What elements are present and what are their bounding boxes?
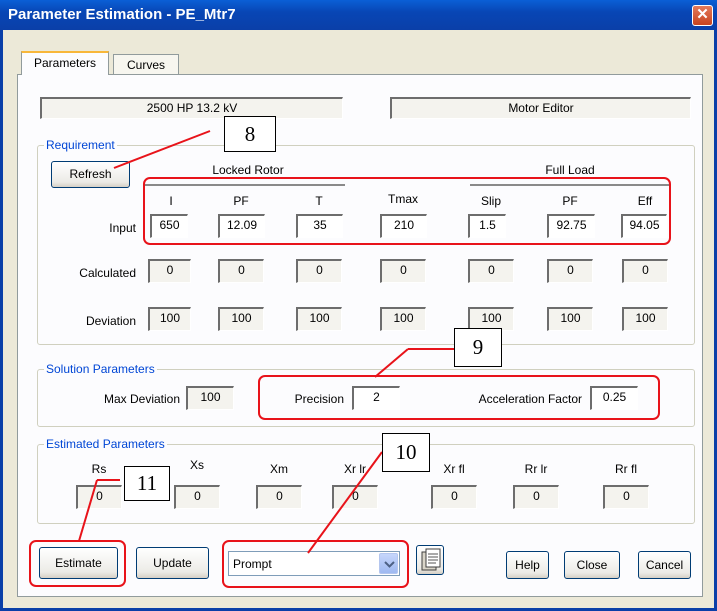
tab-parameters-label: Parameters bbox=[33, 56, 97, 70]
callout-9-leader-d bbox=[374, 348, 409, 378]
callout-leader-lines bbox=[78, 130, 454, 554]
callout-10: 10 bbox=[382, 433, 430, 472]
callout-10-leader bbox=[307, 451, 383, 554]
tab-parameters[interactable]: Parameters bbox=[21, 51, 109, 75]
callout-11: 11 bbox=[124, 466, 170, 501]
callout-8: 8 bbox=[224, 116, 276, 152]
callout-11-leader-d bbox=[78, 479, 98, 542]
callout-9: 9 bbox=[454, 328, 502, 367]
callout-8-leader bbox=[113, 130, 211, 169]
